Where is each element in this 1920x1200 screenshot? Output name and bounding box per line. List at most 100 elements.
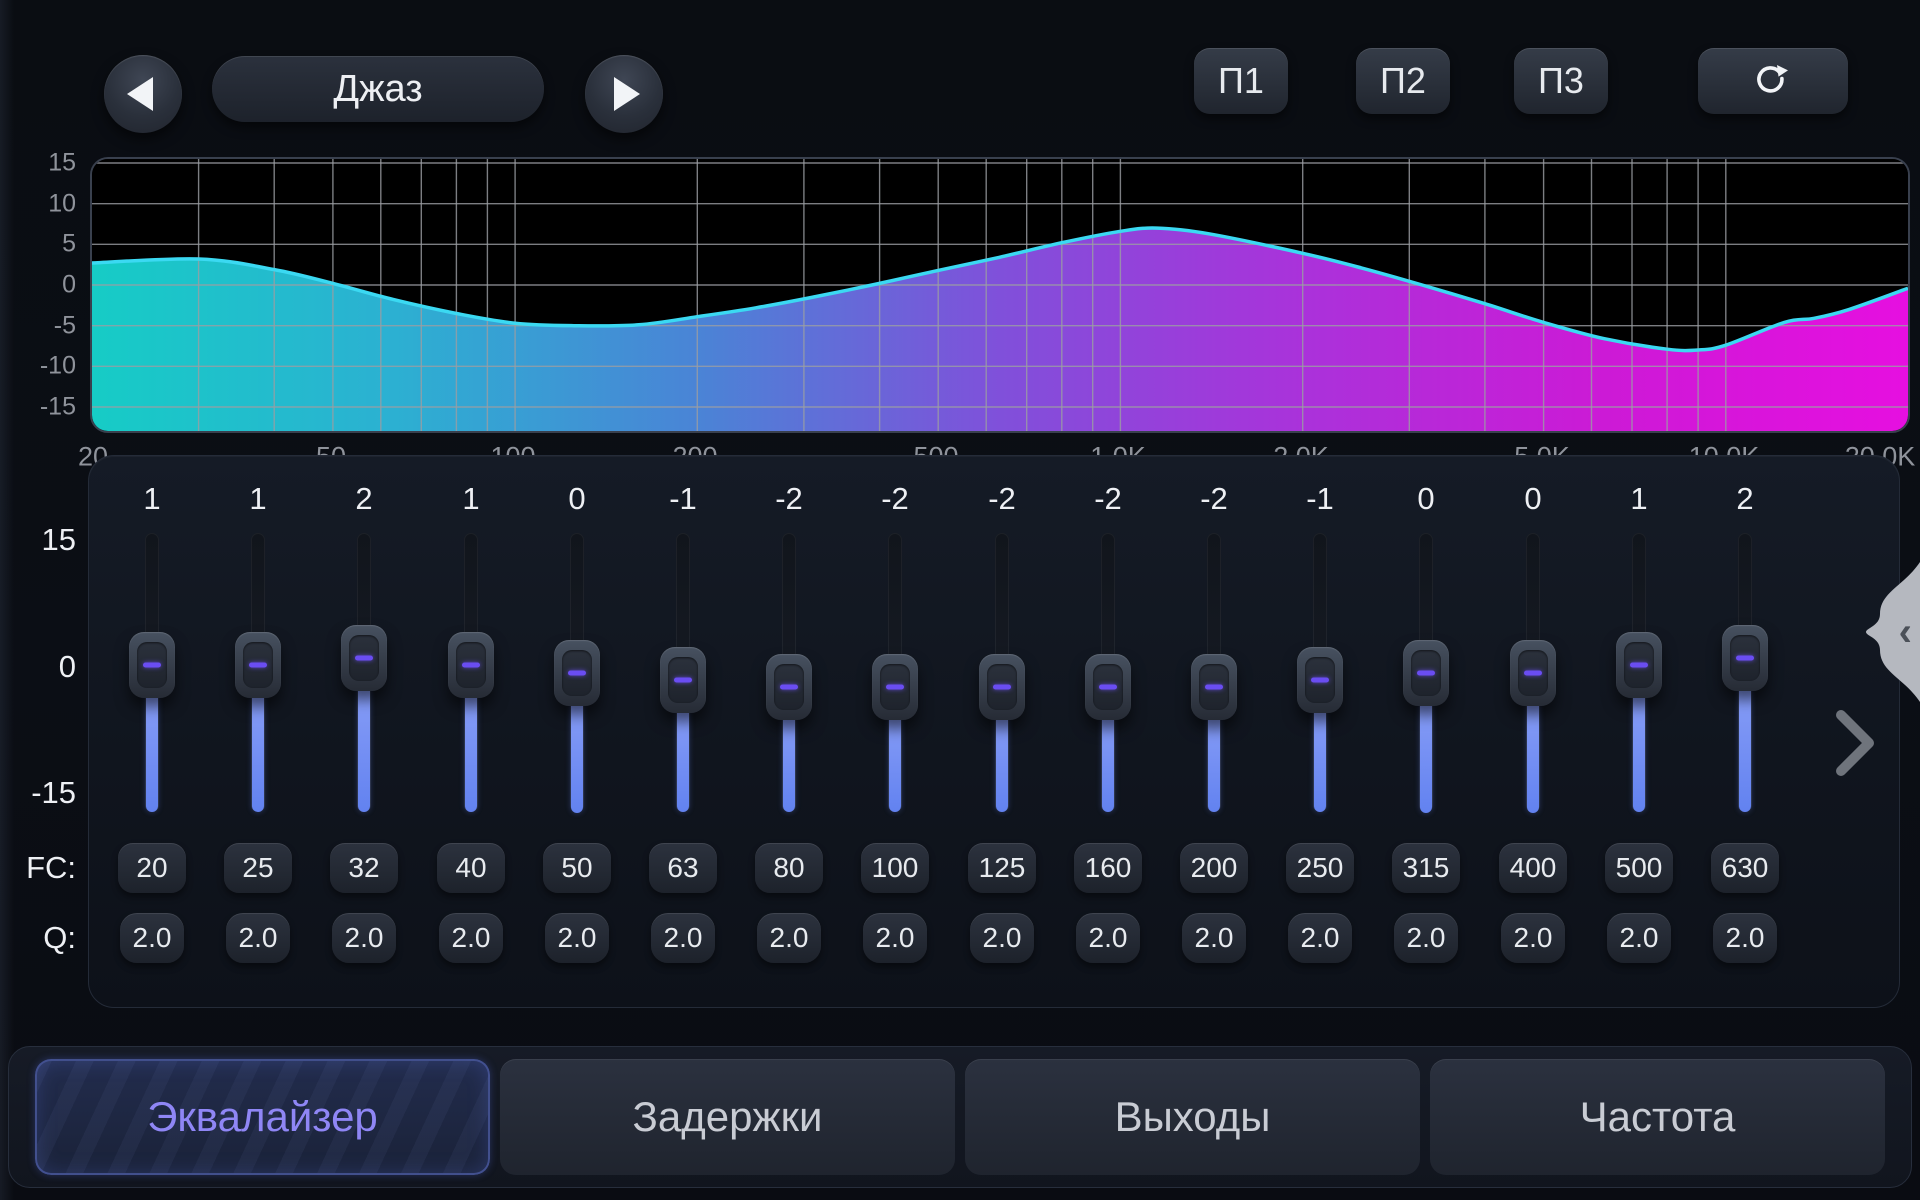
fc-button[interactable]: 25	[224, 843, 292, 893]
tab-задержки[interactable]: Задержки	[500, 1059, 955, 1175]
fc-button[interactable]: 40	[437, 843, 505, 893]
band-gain-value: 0	[524, 481, 630, 517]
fc-button[interactable]: 160	[1074, 843, 1142, 893]
next-bands-button[interactable]	[1836, 710, 1876, 776]
fc-button[interactable]: 400	[1499, 843, 1567, 893]
band-slider-track[interactable]	[145, 533, 159, 812]
band-slider-track[interactable]	[782, 533, 796, 812]
preset-memory-button-1[interactable]: П1	[1194, 48, 1288, 114]
band-slider-thumb[interactable]	[979, 654, 1025, 720]
thumb-grip-icon	[674, 678, 692, 683]
q-button[interactable]: 2.0	[863, 913, 927, 963]
band-slider-thumb[interactable]	[1297, 647, 1343, 713]
preset-next-button[interactable]	[585, 55, 663, 133]
q-button[interactable]: 2.0	[1394, 913, 1458, 963]
thumb-grip-icon	[780, 685, 798, 690]
q-row-label: Q:	[4, 920, 76, 956]
band-slider-thumb[interactable]	[1085, 654, 1131, 720]
thumb-inset	[1411, 650, 1441, 696]
band-slider-thumb[interactable]	[554, 640, 600, 706]
band-slider-thumb[interactable]	[1616, 632, 1662, 698]
q-button[interactable]: 2.0	[970, 913, 1034, 963]
band-gain-value: -1	[630, 481, 736, 517]
band-slider-thumb[interactable]	[1510, 640, 1556, 706]
band-slider-thumb[interactable]	[766, 654, 812, 720]
fc-button[interactable]: 100	[861, 843, 929, 893]
fc-button[interactable]: 20	[118, 843, 186, 893]
band-slider-track[interactable]	[888, 533, 902, 812]
slider-scale-bottom: -15	[4, 775, 76, 811]
band-slider-thumb[interactable]	[1722, 625, 1768, 691]
db-tick-label: 0	[4, 271, 76, 300]
q-button[interactable]: 2.0	[651, 913, 715, 963]
band-slider-thumb[interactable]	[872, 654, 918, 720]
band-slider-track[interactable]	[676, 533, 690, 812]
q-button[interactable]: 2.0	[1182, 913, 1246, 963]
fc-button[interactable]: 125	[968, 843, 1036, 893]
band-column-630: 2 630 2.0	[1692, 455, 1798, 1008]
band-slider-fill	[1420, 693, 1432, 813]
band-slider-thumb[interactable]	[341, 625, 387, 691]
band-slider-track[interactable]	[1738, 533, 1752, 812]
band-slider-track[interactable]	[464, 533, 478, 812]
thumb-inset	[1518, 650, 1548, 696]
band-slider-track[interactable]	[995, 533, 1009, 812]
band-slider-track[interactable]	[1632, 533, 1646, 812]
band-slider-thumb[interactable]	[660, 647, 706, 713]
band-slider-track[interactable]	[1101, 533, 1115, 812]
fc-button[interactable]: 500	[1605, 843, 1673, 893]
fc-button[interactable]: 200	[1180, 843, 1248, 893]
band-slider-thumb[interactable]	[129, 632, 175, 698]
band-slider-thumb[interactable]	[1191, 654, 1237, 720]
band-slider-track[interactable]	[1419, 533, 1433, 812]
band-slider-thumb[interactable]	[448, 632, 494, 698]
band-slider-thumb[interactable]	[235, 632, 281, 698]
band-column-80: -2802.0	[736, 455, 842, 1008]
fc-button[interactable]: 63	[649, 843, 717, 893]
q-button[interactable]: 2.0	[332, 913, 396, 963]
band-slider-track[interactable]	[570, 533, 584, 812]
band-gain-value: 1	[205, 481, 311, 517]
q-button[interactable]: 2.0	[1288, 913, 1352, 963]
q-button[interactable]: 2.0	[1076, 913, 1140, 963]
thumb-grip-icon	[462, 663, 480, 668]
band-column-125: -21252.0	[949, 455, 1055, 1008]
side-drawer-handle[interactable]: ‹	[1866, 562, 1920, 702]
band-gain-value: 2	[1692, 481, 1798, 517]
q-button[interactable]: 2.0	[226, 913, 290, 963]
fc-button[interactable]: 80	[755, 843, 823, 893]
band-slider-track[interactable]	[1526, 533, 1540, 812]
band-gain-value: 0	[1373, 481, 1479, 517]
fc-button[interactable]: 315	[1392, 843, 1460, 893]
q-button[interactable]: 2.0	[545, 913, 609, 963]
tab-частота[interactable]: Частота	[1430, 1059, 1885, 1175]
q-button[interactable]: 2.0	[120, 913, 184, 963]
thumb-grip-icon	[355, 656, 373, 661]
tab-active-эквалайзер[interactable]: Эквалайзер	[35, 1059, 490, 1175]
fc-button[interactable]: 50	[543, 843, 611, 893]
band-slider-track[interactable]	[1207, 533, 1221, 812]
q-button[interactable]: 2.0	[757, 913, 821, 963]
fc-button[interactable]: 250	[1286, 843, 1354, 893]
reset-button[interactable]	[1698, 48, 1848, 114]
fc-button[interactable]: 630	[1711, 843, 1779, 893]
band-slider-track[interactable]	[357, 533, 371, 812]
fc-button[interactable]: 32	[330, 843, 398, 893]
q-button[interactable]: 2.0	[1607, 913, 1671, 963]
band-slider-thumb[interactable]	[1403, 640, 1449, 706]
band-slider-track[interactable]	[251, 533, 265, 812]
q-button[interactable]: 2.0	[1713, 913, 1777, 963]
q-button[interactable]: 2.0	[439, 913, 503, 963]
tab-выходы[interactable]: Выходы	[965, 1059, 1420, 1175]
equalizer-screen: Джаз П1П2П3 151050-5-10-15 2050100200500…	[0, 0, 1920, 1200]
band-slider-track[interactable]	[1313, 533, 1327, 812]
preset-memory-button-2[interactable]: П2	[1356, 48, 1450, 114]
thumb-inset	[880, 664, 910, 710]
preset-selector[interactable]: Джаз	[212, 56, 544, 122]
chevron-left-icon: ‹	[1899, 612, 1912, 652]
preset-prev-button[interactable]	[104, 55, 182, 133]
preset-memory-button-3[interactable]: П3	[1514, 48, 1608, 114]
thumb-grip-icon	[1099, 685, 1117, 690]
slider-scale-top: 15	[4, 522, 76, 558]
q-button[interactable]: 2.0	[1501, 913, 1565, 963]
